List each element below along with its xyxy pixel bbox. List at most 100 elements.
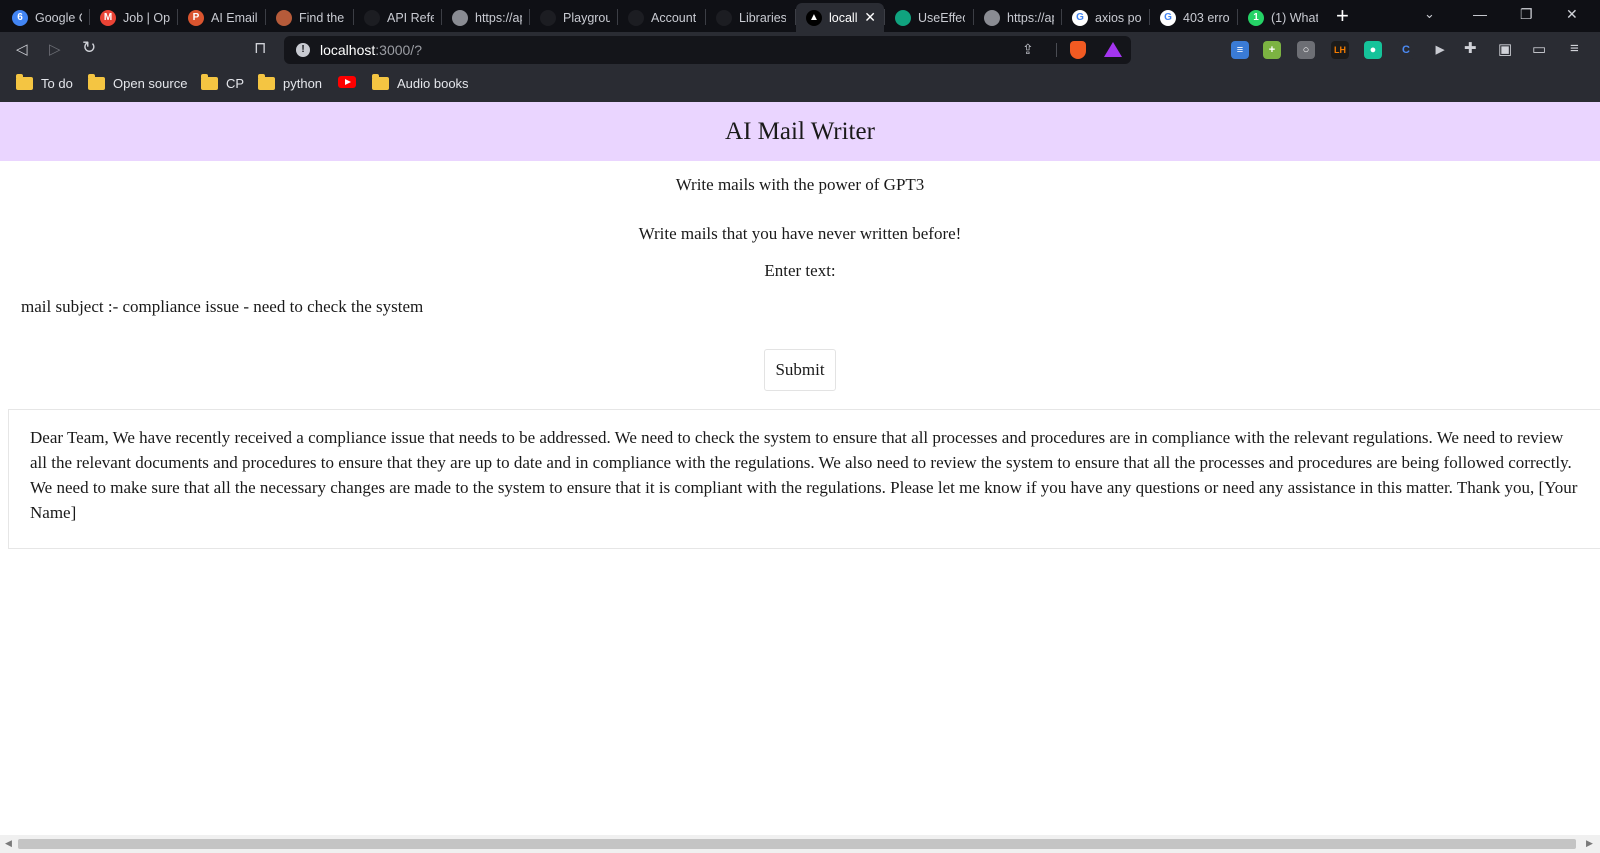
- browser-tab[interactable]: 1 (1) What: [1238, 3, 1324, 32]
- tab-label: Find the: [299, 10, 345, 25]
- bookmark-icon[interactable]: ⊓: [254, 38, 266, 58]
- tab-label: (1) What: [1271, 10, 1318, 25]
- tab-separator: [795, 9, 796, 25]
- brave-shields-icon[interactable]: [1070, 41, 1086, 59]
- browser-tab[interactable]: https://ap: [974, 3, 1060, 32]
- tab-separator: [1061, 9, 1062, 25]
- lightbulb-icon[interactable]: ○: [1297, 41, 1315, 59]
- browser-tab[interactable]: API Refer: [354, 3, 440, 32]
- url-path: :3000/?: [375, 42, 422, 58]
- minimize-icon[interactable]: —: [1473, 6, 1487, 22]
- bookmark-youtube[interactable]: [338, 76, 356, 88]
- globe-icon: [452, 9, 468, 26]
- tab-separator: [89, 9, 90, 25]
- bookmark-folder[interactable]: Open source: [88, 74, 188, 91]
- plus-extension-icon[interactable]: +: [1263, 41, 1281, 59]
- bookmark-label: Open source: [113, 76, 188, 91]
- horizontal-scrollbar[interactable]: ◀ ▶: [0, 835, 1600, 853]
- browser-tab[interactable]: 6 Google C: [2, 3, 88, 32]
- tab-search-chevron-icon[interactable]: ⌄: [1424, 6, 1435, 22]
- browser-tab[interactable]: UseEffect: [885, 3, 971, 32]
- openai-icon: [628, 9, 644, 26]
- tab-label: https://ap: [475, 10, 522, 25]
- tab-separator: [1149, 9, 1150, 25]
- browser-tab[interactable]: ▲ locall ✕: [796, 3, 884, 32]
- grammarly-icon[interactable]: ●: [1364, 41, 1382, 59]
- brave-rewards-icon[interactable]: [1104, 42, 1122, 57]
- site-info-icon[interactable]: !: [296, 43, 310, 57]
- mail-subject-input[interactable]: [21, 297, 1221, 317]
- bookmark-label: Audio books: [397, 76, 469, 91]
- browser-tab[interactable]: https://ap: [442, 3, 528, 32]
- url-divider: [1056, 43, 1057, 57]
- wallet-icon[interactable]: ▭: [1532, 40, 1546, 58]
- browser-tab[interactable]: Gaxios pos: [1062, 3, 1148, 32]
- output-box: Dear Team, We have recently received a c…: [8, 409, 1600, 549]
- tab-label: https://ap: [1007, 10, 1054, 25]
- google-icon: G: [1160, 9, 1176, 26]
- tab-manager-icon[interactable]: ≡: [1231, 41, 1249, 59]
- vercel-icon: ▲: [806, 9, 822, 26]
- tab-separator: [265, 9, 266, 25]
- browser-tab[interactable]: Playgrou: [530, 3, 616, 32]
- tab-label: UseEffect: [918, 10, 965, 25]
- scroll-left-icon[interactable]: ◀: [5, 838, 12, 849]
- browser-tab[interactable]: Libraries: [706, 3, 792, 32]
- browser-tab[interactable]: Account: [618, 3, 704, 32]
- sidebar-icon[interactable]: ▣: [1498, 40, 1512, 58]
- input-label: Enter text:: [764, 261, 836, 280]
- youtube-icon: [338, 76, 356, 88]
- c-extension-icon[interactable]: C: [1397, 41, 1415, 59]
- openai-icon: [364, 9, 380, 26]
- share-icon[interactable]: ⇪: [1022, 41, 1034, 58]
- scrollbar-thumb[interactable]: [18, 839, 1576, 849]
- avatar-icon: [276, 9, 292, 26]
- tab-label: AI Email V: [211, 10, 258, 25]
- forward-button[interactable]: ▷: [49, 40, 61, 58]
- tab-separator: [1237, 9, 1238, 25]
- browser-tab[interactable]: Find the: [266, 3, 352, 32]
- bookmark-folder[interactable]: To do: [16, 74, 73, 91]
- lighthouse-icon[interactable]: LH: [1331, 41, 1349, 59]
- reload-button[interactable]: ↻: [82, 38, 96, 58]
- close-tab-icon[interactable]: ✕: [864, 9, 876, 26]
- tab-separator: [973, 9, 974, 25]
- tab-separator: [177, 9, 178, 25]
- tab-separator: [617, 9, 618, 25]
- close-window-icon[interactable]: ✕: [1566, 6, 1578, 23]
- globe-icon: [984, 9, 1000, 26]
- new-tab-button[interactable]: +: [1336, 5, 1349, 27]
- restore-icon[interactable]: ❐: [1520, 6, 1533, 23]
- tab-strip: 6 Google C M Job | Ope P AI Email V Find the AP…: [0, 0, 1600, 32]
- scroll-right-icon[interactable]: ▶: [1586, 838, 1593, 849]
- browser-tab[interactable]: M Job | Ope: [90, 3, 176, 32]
- openai-icon: [540, 9, 556, 26]
- bookmark-folder[interactable]: CP: [201, 74, 244, 91]
- back-button[interactable]: ◁: [16, 40, 28, 58]
- extensions-puzzle-icon[interactable]: ✚: [1464, 39, 1477, 57]
- url-text[interactable]: localhost:3000/?: [320, 42, 422, 58]
- openai-icon: [716, 9, 732, 26]
- tab-label: axios pos: [1095, 10, 1142, 25]
- chatgpt-icon: [895, 9, 911, 26]
- google-calendar-icon: 6: [12, 9, 28, 26]
- play-extension-icon[interactable]: ▶: [1431, 41, 1449, 59]
- bookmark-folder[interactable]: python: [258, 74, 322, 91]
- browser-tab[interactable]: P AI Email V: [178, 3, 264, 32]
- tab-separator: [353, 9, 354, 25]
- browser-tab[interactable]: G 403 error: [1150, 3, 1236, 32]
- tab-label: API Refer: [387, 10, 434, 25]
- tab-separator: [441, 9, 442, 25]
- tab-label: locall: [829, 10, 858, 25]
- menu-icon[interactable]: ≡: [1570, 40, 1579, 57]
- browser-toolbar: ◁ ▷ ↻ ⊓ ! localhost:3000/? ⇪ ≡ + ○ LH ● C ▶ ✚ …: [0, 32, 1600, 68]
- subtitle: Write mails with the power of GPT3: [675, 175, 925, 194]
- web-page: AI Mail Writer Write mails with the powe…: [0, 102, 1600, 835]
- address-bar[interactable]: ! localhost:3000/? ⇪: [284, 36, 1131, 64]
- submit-button[interactable]: Submit: [764, 349, 836, 391]
- tab-label: Playgrou: [563, 10, 610, 25]
- bookmark-folder[interactable]: Audio books: [372, 74, 469, 91]
- url-host: localhost: [320, 42, 376, 58]
- tab-label: 403 error: [1183, 10, 1230, 25]
- generated-mail-text: Dear Team, We have recently received a c…: [30, 428, 1578, 522]
